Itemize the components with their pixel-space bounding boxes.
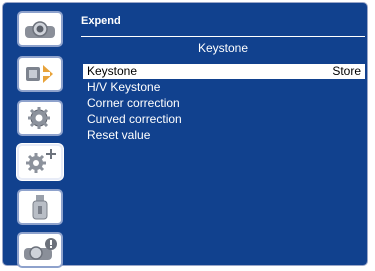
osd-menu-window: Expend Keystone Keystone Store H/V Keyst… (2, 2, 368, 268)
usb-memory-icon (32, 195, 48, 220)
menu-item-value: Store (332, 64, 361, 78)
sidebar-item-input[interactable] (17, 56, 63, 92)
sidebar-item-settings[interactable] (17, 100, 63, 136)
sidebar-item-information[interactable] (17, 232, 63, 268)
display-icon (25, 21, 55, 38)
menu-item-curved-correction[interactable]: Curved correction (83, 112, 365, 127)
menu-item-label: Reset value (87, 128, 151, 142)
keystone-menu-list: Keystone Store H/V Keystone Corner corre… (83, 64, 365, 144)
menu-item-label: H/V Keystone (87, 80, 161, 94)
menu-item-label: Curved correction (87, 112, 182, 126)
title-divider (81, 36, 365, 37)
expand-gear-icon (26, 149, 56, 173)
sidebar-item-expand[interactable] (17, 144, 63, 180)
menu-item-reset-value[interactable]: Reset value (83, 128, 365, 143)
menu-item-label: Keystone (87, 64, 138, 78)
menu-item-corner-correction[interactable]: Corner correction (83, 96, 365, 111)
info-icon (24, 238, 57, 260)
menu-item-keystone[interactable]: Keystone Store (83, 64, 365, 79)
sidebar-item-memory-viewer[interactable] (17, 189, 63, 225)
sidebar-item-display[interactable] (17, 11, 63, 47)
submenu-title: Keystone (197, 41, 249, 55)
panel-title: Expend (81, 15, 121, 27)
menu-item-label: Corner correction (87, 96, 180, 110)
menu-item-hv-keystone[interactable]: H/V Keystone (83, 80, 365, 95)
input-icon (26, 65, 53, 83)
sidebar (3, 3, 69, 268)
settings-gear-icon (28, 107, 50, 129)
